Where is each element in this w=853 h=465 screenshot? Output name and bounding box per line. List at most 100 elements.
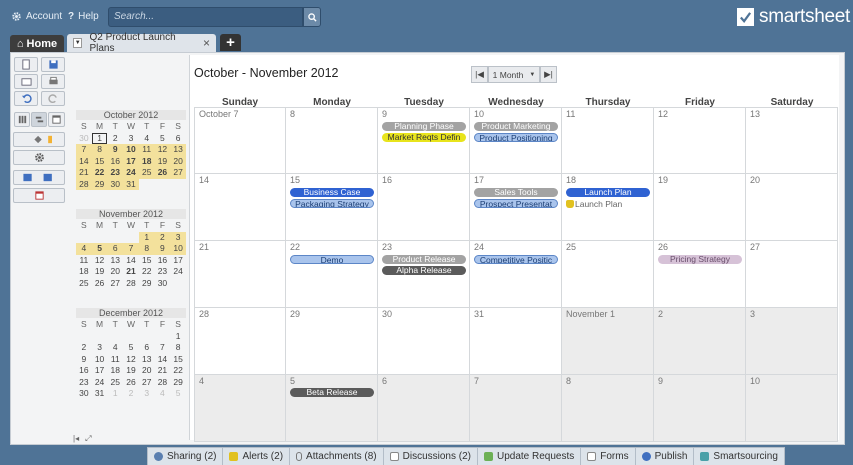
- event-pricing-strategy[interactable]: Pricing Strategy: [658, 255, 742, 264]
- view-range-select[interactable]: 1 Month ▼: [488, 66, 540, 83]
- mini-calendar-day[interactable]: 3: [123, 133, 139, 145]
- mini-calendar-day[interactable]: 6: [170, 133, 186, 145]
- mini-calendar-day[interactable]: 26: [123, 377, 139, 389]
- mini-calendar-day[interactable]: 1: [170, 331, 186, 343]
- mini-calendar-day[interactable]: 4: [76, 243, 92, 255]
- event-business-case[interactable]: Business Case: [290, 188, 374, 197]
- mini-calendar-day[interactable]: 28: [76, 178, 92, 190]
- event-alpha-release[interactable]: Alpha Release: [382, 266, 466, 275]
- mini-calendar-day[interactable]: 20: [107, 266, 123, 278]
- mini-calendar-day[interactable]: 22: [91, 167, 108, 179]
- mini-calendar-day[interactable]: 11: [107, 354, 123, 366]
- mini-calendar-day[interactable]: 8: [170, 342, 186, 354]
- calendar-day-cell[interactable]: 11: [562, 107, 654, 174]
- mini-calendar-day[interactable]: 30: [76, 388, 92, 400]
- email-button[interactable]: [14, 74, 38, 89]
- mini-calendar-day[interactable]: 18: [138, 155, 155, 167]
- mini-calendar-day[interactable]: 19: [154, 155, 171, 167]
- calendar-day-cell[interactable]: 9: [654, 375, 746, 442]
- event-beta-release[interactable]: Beta Release: [290, 388, 374, 397]
- event-product-marketing[interactable]: Product Marketing: [474, 122, 558, 131]
- mini-calendar-day[interactable]: 14: [155, 354, 171, 366]
- mini-calendar-day[interactable]: 17: [92, 365, 108, 377]
- event-planning-phase[interactable]: Planning Phase: [382, 122, 466, 131]
- mini-calendar-day[interactable]: 2: [76, 342, 92, 354]
- event-market-reqts[interactable]: Market Reqts Defin: [382, 133, 466, 142]
- collapse-panel-icon[interactable]: |◂: [73, 434, 79, 444]
- mini-calendar-day[interactable]: 27: [139, 377, 155, 389]
- mini-calendar-day[interactable]: 13: [107, 255, 123, 267]
- alerts-button[interactable]: Alerts (2): [223, 448, 291, 465]
- calendar-day-cell[interactable]: 28: [194, 308, 286, 375]
- mini-calendar-day[interactable]: 25: [76, 278, 92, 290]
- mini-calendar-day[interactable]: 26: [92, 278, 108, 290]
- mini-calendar-day[interactable]: 12: [92, 255, 108, 267]
- calendar-day-cell[interactable]: 2: [654, 308, 746, 375]
- mini-calendar-day[interactable]: 11: [76, 255, 92, 267]
- tab-dropdown-icon[interactable]: ▼: [73, 38, 83, 48]
- format-button[interactable]: [13, 132, 65, 147]
- tab-home[interactable]: ⌂ Home: [10, 35, 64, 52]
- event-demo[interactable]: Demo: [290, 255, 374, 264]
- mini-calendar-day[interactable]: 20: [139, 365, 155, 377]
- search-button[interactable]: [303, 7, 321, 27]
- account-link[interactable]: Account: [11, 11, 62, 22]
- mini-calendar-day[interactable]: 13: [170, 144, 186, 156]
- mini-calendar-day[interactable]: 9: [154, 243, 171, 255]
- search-input[interactable]: Search...: [108, 7, 303, 27]
- save-button[interactable]: [41, 57, 65, 72]
- mini-calendar-day[interactable]: 5: [170, 388, 186, 400]
- calendar-day-cell[interactable]: 3: [746, 308, 838, 375]
- calendar-day-cell[interactable]: 29: [286, 308, 378, 375]
- mini-calendar-day[interactable]: 4: [107, 342, 123, 354]
- mini-calendar-day[interactable]: 13: [139, 354, 155, 366]
- mini-calendar-day[interactable]: 16: [155, 255, 171, 267]
- mini-calendar-day[interactable]: 27: [170, 167, 186, 179]
- event-prospect-presentation[interactable]: Prospect Presentat: [474, 199, 558, 208]
- calendar-day-cell[interactable]: 4: [194, 375, 286, 442]
- mini-calendar-day[interactable]: 9: [76, 354, 92, 366]
- mini-calendar-day[interactable]: 24: [123, 167, 139, 179]
- event-product-release[interactable]: Product Release: [382, 255, 466, 264]
- event-competitive-position[interactable]: Competitive Positic: [474, 255, 558, 264]
- event-sales-tools[interactable]: Sales Tools: [474, 188, 558, 197]
- fullscreen-icon[interactable]: ⤢: [85, 434, 91, 444]
- calendar-day-cell[interactable]: 8: [286, 107, 378, 174]
- mini-calendar-day[interactable]: 7: [123, 243, 139, 255]
- grid-view-button[interactable]: [14, 112, 30, 127]
- mini-calendar-day[interactable]: 3: [92, 342, 108, 354]
- calendar-day-cell[interactable]: October 7: [194, 107, 286, 174]
- mini-calendar-day[interactable]: 8: [138, 243, 155, 255]
- publish-button[interactable]: Publish: [636, 448, 695, 465]
- redo-button[interactable]: [41, 91, 65, 106]
- calendar-day-cell[interactable]: November 1: [562, 308, 654, 375]
- mini-calendar-day[interactable]: 19: [92, 266, 108, 278]
- event-launch-plan-reminder[interactable]: Launch Plan: [566, 199, 622, 209]
- event-packaging-strategy[interactable]: Packaging Strategy: [290, 199, 374, 208]
- mini-calendar-day[interactable]: 4: [155, 388, 171, 400]
- calendar-view-button[interactable]: [48, 112, 65, 127]
- calendar-day-cell[interactable]: 10: [746, 375, 838, 442]
- add-tab-button[interactable]: +: [220, 34, 241, 51]
- mini-calendar-day[interactable]: 6: [107, 243, 124, 255]
- mini-calendar-day[interactable]: 5: [123, 342, 139, 354]
- calendar-day-cell[interactable]: 7: [470, 375, 562, 442]
- mini-calendar-day[interactable]: 22: [170, 365, 186, 377]
- mini-calendar-day[interactable]: 26: [154, 167, 171, 179]
- mini-calendar-day[interactable]: 10: [170, 243, 186, 255]
- calendar-day-cell[interactable]: 31: [470, 308, 562, 375]
- mini-calendar-day[interactable]: 5: [155, 133, 171, 145]
- calendar-day-cell[interactable]: 25: [562, 241, 654, 308]
- date-range-button[interactable]: [13, 170, 65, 185]
- mini-calendar-day[interactable]: 6: [139, 342, 155, 354]
- mini-calendar-day[interactable]: 20: [170, 155, 186, 167]
- undo-button[interactable]: [14, 91, 38, 106]
- mini-calendar-day[interactable]: 24: [92, 377, 108, 389]
- mini-calendar-day[interactable]: 3: [170, 231, 186, 243]
- mini-calendar-day[interactable]: 28: [155, 377, 171, 389]
- calendar-day-cell[interactable]: 8: [562, 375, 654, 442]
- mini-calendar-day[interactable]: 10: [123, 144, 139, 156]
- calendar-day-cell[interactable]: 27: [746, 241, 838, 308]
- event-launch-plan[interactable]: Launch Plan: [566, 188, 650, 197]
- mini-calendar-day[interactable]: 29: [91, 178, 108, 190]
